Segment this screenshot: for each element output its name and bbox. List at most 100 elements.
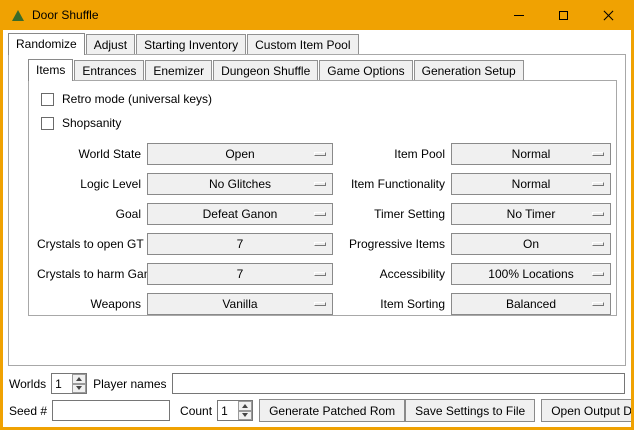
world-state-label: World State	[37, 147, 141, 161]
item-functionality-label: Item Functionality	[339, 177, 445, 191]
items-panel: Retro mode (universal keys) Shopsanity W…	[28, 80, 617, 316]
weapons-dropdown[interactable]: Vanilla	[147, 293, 333, 315]
seed-input[interactable]	[52, 400, 170, 421]
retro-mode-label: Retro mode (universal keys)	[62, 92, 212, 106]
crystals-open-gt-label: Crystals to open GT	[37, 237, 141, 251]
titlebar: Door Shuffle	[3, 0, 631, 30]
dropdown-indicator-icon	[592, 212, 604, 216]
maximize-button[interactable]	[541, 0, 586, 30]
accessibility-label: Accessibility	[339, 267, 445, 281]
save-settings-button[interactable]: Save Settings to File	[405, 399, 535, 422]
tab-generation-setup[interactable]: Generation Setup	[414, 60, 524, 80]
retro-mode-row: Retro mode (universal keys)	[35, 87, 610, 111]
dropdown-value: Normal	[512, 177, 551, 191]
count-spin-up-button[interactable]	[238, 401, 252, 411]
close-button[interactable]	[586, 0, 631, 30]
app-icon	[11, 8, 26, 23]
tab-label: Dungeon Shuffle	[221, 64, 310, 78]
dropdown-value: 7	[237, 237, 244, 251]
dropdown-indicator-icon	[592, 152, 604, 156]
world-state-dropdown[interactable]: Open	[147, 143, 333, 165]
arrow-up-icon	[242, 404, 248, 408]
progressive-items-label: Progressive Items	[339, 237, 445, 251]
bottom-bar: Worlds 1 Player names Seed # Count	[6, 368, 628, 427]
item-sorting-label: Item Sorting	[339, 297, 445, 311]
dropdown-indicator-icon	[592, 182, 604, 186]
window-title: Door Shuffle	[32, 8, 99, 22]
crystals-harm-ganon-dropdown[interactable]: 7	[147, 263, 333, 285]
dropdown-indicator-icon	[592, 242, 604, 246]
app-window: Door Shuffle Randomize Adjust Starting I…	[0, 0, 634, 430]
options-grid: World State Open Item Pool Normal Logic …	[35, 139, 610, 319]
count-spin-arrows	[238, 401, 252, 420]
window-controls	[496, 0, 631, 30]
option-row: Logic Level No Glitches Item Functionali…	[35, 169, 610, 199]
shopsanity-row: Shopsanity	[35, 111, 610, 135]
item-sorting-dropdown[interactable]: Balanced	[451, 293, 611, 315]
tab-label: Game Options	[327, 64, 404, 78]
logic-level-dropdown[interactable]: No Glitches	[147, 173, 333, 195]
tab-label: Custom Item Pool	[255, 38, 350, 52]
tab-label: Entrances	[82, 64, 136, 78]
randomize-panel: Items Entrances Enemizer Dungeon Shuffle…	[8, 54, 626, 366]
tab-label: Items	[36, 63, 65, 77]
minimize-button[interactable]	[496, 0, 541, 30]
option-row: World State Open Item Pool Normal	[35, 139, 610, 169]
tab-randomize[interactable]: Randomize	[8, 33, 85, 55]
dropdown-indicator-icon	[314, 242, 326, 246]
seed-row: Seed # Count 1 Generate Patched Rom Save…	[9, 399, 625, 422]
tab-adjust[interactable]: Adjust	[86, 34, 135, 54]
crystals-harm-ganon-label: Crystals to harm Ganon	[37, 267, 141, 281]
shopsanity-checkbox[interactable]	[41, 117, 54, 130]
count-label: Count	[180, 404, 212, 418]
tab-game-options[interactable]: Game Options	[319, 60, 412, 80]
minimize-icon	[514, 15, 524, 16]
worlds-spin-down-button[interactable]	[72, 384, 86, 394]
item-pool-dropdown[interactable]: Normal	[451, 143, 611, 165]
generate-patched-rom-button[interactable]: Generate Patched Rom	[259, 399, 405, 422]
dropdown-value: Vanilla	[222, 297, 257, 311]
goal-label: Goal	[37, 207, 141, 221]
retro-mode-checkbox[interactable]	[41, 93, 54, 106]
open-output-directory-button[interactable]: Open Output Directory	[541, 399, 631, 422]
worlds-spinbox[interactable]: 1	[51, 373, 87, 394]
accessibility-dropdown[interactable]: 100% Locations	[451, 263, 611, 285]
tab-label: Enemizer	[153, 64, 204, 78]
item-functionality-dropdown[interactable]: Normal	[451, 173, 611, 195]
worlds-value: 1	[52, 374, 72, 393]
timer-setting-dropdown[interactable]: No Timer	[451, 203, 611, 225]
worlds-spin-arrows	[72, 374, 86, 393]
progressive-items-dropdown[interactable]: On	[451, 233, 611, 255]
dropdown-value: Defeat Ganon	[203, 207, 278, 221]
count-spin-down-button[interactable]	[238, 411, 252, 421]
close-icon	[603, 10, 614, 21]
tab-starting-inventory[interactable]: Starting Inventory	[136, 34, 246, 54]
tab-enemizer[interactable]: Enemizer	[145, 60, 212, 80]
button-label: Generate Patched Rom	[269, 404, 395, 418]
dropdown-value: No Timer	[507, 207, 556, 221]
worlds-spin-up-button[interactable]	[72, 374, 86, 384]
option-row: Weapons Vanilla Item Sorting Balanced	[35, 289, 610, 319]
option-row: Crystals to harm Ganon 7 Accessibility 1…	[35, 259, 610, 289]
dropdown-value: No Glitches	[209, 177, 271, 191]
tab-custom-item-pool[interactable]: Custom Item Pool	[247, 34, 358, 54]
tab-label: Adjust	[94, 38, 127, 52]
main-tab-bar: Randomize Adjust Starting Inventory Cust…	[6, 33, 628, 54]
dropdown-value: Open	[225, 147, 254, 161]
dropdown-value: Normal	[512, 147, 551, 161]
dropdown-value: On	[523, 237, 539, 251]
arrow-down-icon	[76, 386, 82, 390]
player-names-label: Player names	[93, 377, 166, 391]
count-value: 1	[218, 401, 238, 420]
count-spinbox[interactable]: 1	[217, 400, 253, 421]
dropdown-value: 7	[237, 267, 244, 281]
dropdown-indicator-icon	[314, 152, 326, 156]
tab-dungeon-shuffle[interactable]: Dungeon Shuffle	[213, 60, 318, 80]
window-content: Randomize Adjust Starting Inventory Cust…	[3, 30, 631, 427]
goal-dropdown[interactable]: Defeat Ganon	[147, 203, 333, 225]
tab-items[interactable]: Items	[28, 59, 73, 81]
player-names-input[interactable]	[172, 373, 626, 394]
crystals-open-gt-dropdown[interactable]: 7	[147, 233, 333, 255]
tab-entrances[interactable]: Entrances	[74, 60, 144, 80]
arrow-up-icon	[76, 377, 82, 381]
